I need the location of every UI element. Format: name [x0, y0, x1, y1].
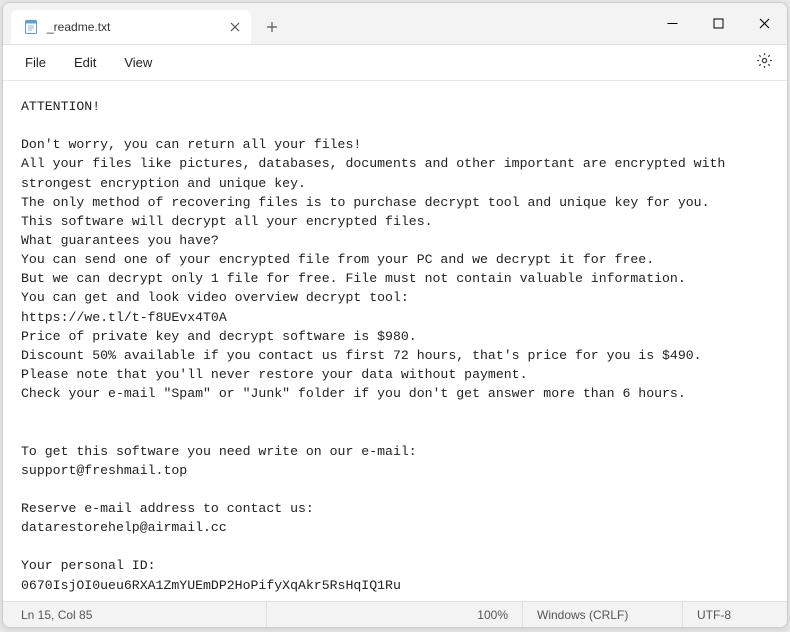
menu-edit[interactable]: Edit [60, 51, 110, 74]
close-button[interactable] [741, 3, 787, 43]
status-cursor-position[interactable]: Ln 15, Col 85 [7, 602, 267, 627]
status-encoding[interactable]: UTF-8 [683, 602, 783, 627]
tab-active[interactable]: _readme.txt [11, 10, 251, 44]
close-tab-icon[interactable] [227, 19, 243, 35]
statusbar: Ln 15, Col 85 100% Windows (CRLF) UTF-8 [3, 601, 787, 627]
settings-button[interactable] [749, 48, 779, 78]
status-zoom[interactable]: 100% [463, 602, 523, 627]
text-editor-area[interactable]: ATTENTION! Don't worry, you can return a… [3, 81, 787, 601]
minimize-button[interactable] [649, 3, 695, 43]
menu-file[interactable]: File [11, 51, 60, 74]
tab-strip: _readme.txt [3, 3, 649, 44]
menubar: File Edit View [3, 45, 787, 81]
window-controls [649, 3, 787, 44]
new-tab-button[interactable] [255, 10, 289, 44]
titlebar: _readme.txt [3, 3, 787, 45]
notepad-file-icon [23, 19, 39, 35]
menu-view[interactable]: View [110, 51, 166, 74]
notepad-window: _readme.txt File Edit View [2, 2, 788, 628]
status-line-ending[interactable]: Windows (CRLF) [523, 602, 683, 627]
maximize-button[interactable] [695, 3, 741, 43]
gear-icon [756, 52, 773, 74]
tab-title: _readme.txt [47, 20, 227, 34]
